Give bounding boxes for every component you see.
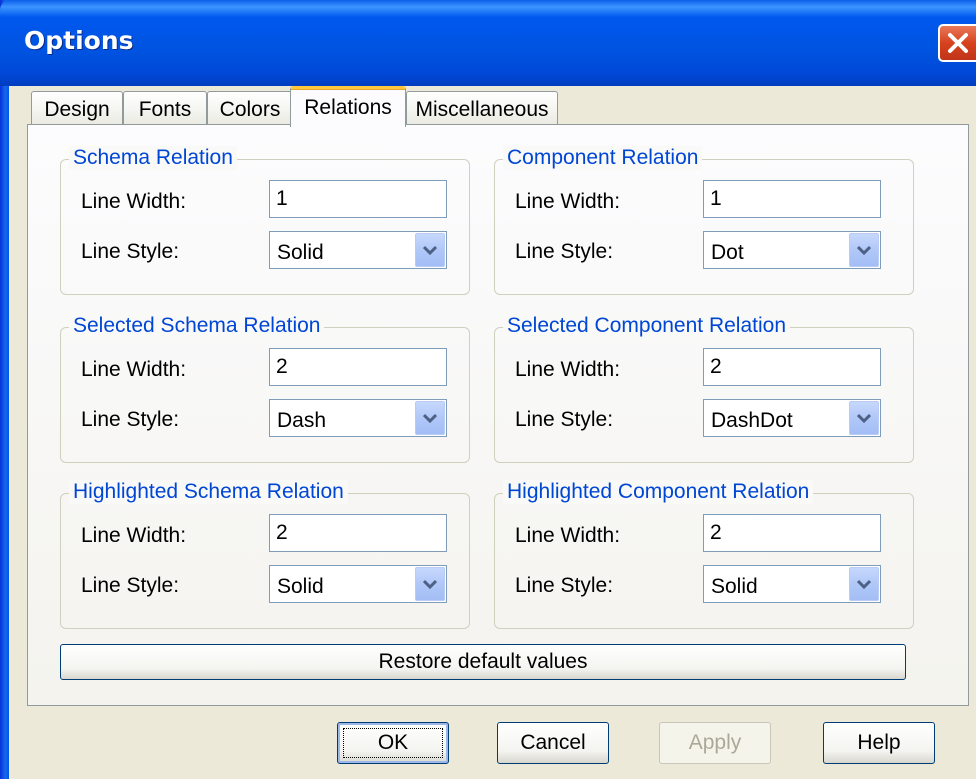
highlighted-schema-relation-group: Highlighted Schema Relation Line Width: … — [60, 480, 470, 629]
group-title: Highlighted Schema Relation — [69, 480, 348, 504]
line-width-label: Line Width: — [81, 358, 187, 381]
focus-rectangle — [343, 728, 443, 758]
tab-colors[interactable]: Colors — [207, 91, 293, 127]
tab-label: Design — [44, 97, 110, 121]
window-left-border — [0, 0, 9, 779]
schema-line-width-input[interactable]: 1 — [269, 180, 447, 218]
highlighted-schema-line-style-select[interactable]: Solid — [269, 565, 447, 603]
chevron-down-icon — [423, 245, 437, 255]
combo-value: Solid — [277, 241, 324, 264]
selected-schema-relation-group: Selected Schema Relation Line Width: 2 L… — [60, 314, 470, 463]
title-bar[interactable]: Options — [0, 0, 976, 86]
tab-relations[interactable]: Relations — [290, 86, 406, 127]
chevron-down-icon — [423, 579, 437, 589]
apply-label: Apply — [688, 731, 742, 754]
highlighted-component-line-style-select[interactable]: Solid — [703, 565, 881, 603]
component-line-style-select[interactable]: Dot — [703, 231, 881, 269]
cancel-button[interactable]: Cancel — [497, 722, 609, 764]
tab-fonts[interactable]: Fonts — [123, 91, 207, 127]
combo-value: Solid — [277, 575, 324, 598]
restore-defaults-label: Restore default values — [378, 650, 588, 673]
highlighted-schema-line-width-input[interactable]: 2 — [269, 514, 447, 552]
line-style-label: Line Style: — [515, 574, 614, 597]
tab-design[interactable]: Design — [31, 91, 123, 127]
highlighted-component-relation-group: Highlighted Component Relation Line Widt… — [494, 480, 914, 629]
apply-button[interactable]: Apply — [659, 722, 771, 764]
line-width-label: Line Width: — [81, 524, 187, 547]
window-title: Options — [24, 26, 134, 55]
schema-relation-group: Schema Relation Line Width: 1 Line Style… — [60, 146, 470, 295]
group-title: Selected Schema Relation — [69, 314, 325, 338]
dropdown-button[interactable] — [849, 567, 879, 601]
chevron-down-icon — [857, 245, 871, 255]
dropdown-button[interactable] — [415, 567, 445, 601]
highlighted-component-line-width-input[interactable]: 2 — [703, 514, 881, 552]
line-width-label: Line Width: — [515, 190, 621, 213]
line-width-label: Line Width: — [515, 358, 621, 381]
line-style-label: Line Style: — [81, 240, 180, 263]
chevron-down-icon — [857, 579, 871, 589]
combo-value: Solid — [711, 575, 758, 598]
line-style-label: Line Style: — [515, 408, 614, 431]
selected-component-line-style-select[interactable]: DashDot — [703, 399, 881, 437]
tab-label: Fonts — [138, 97, 192, 121]
dropdown-button[interactable] — [415, 233, 445, 267]
tab-label: Miscellaneous — [415, 97, 549, 121]
dropdown-button[interactable] — [415, 401, 445, 435]
line-style-label: Line Style: — [81, 408, 180, 431]
selected-schema-line-width-input[interactable]: 2 — [269, 348, 447, 386]
help-label: Help — [857, 731, 901, 754]
group-title: Highlighted Component Relation — [503, 480, 814, 504]
schema-line-style-select[interactable]: Solid — [269, 231, 447, 269]
dropdown-button[interactable] — [849, 401, 879, 435]
selected-component-relation-group: Selected Component Relation Line Width: … — [494, 314, 914, 463]
group-title: Component Relation — [503, 146, 703, 170]
group-title: Schema Relation — [69, 146, 237, 170]
line-width-label: Line Width: — [81, 190, 187, 213]
combo-value: Dot — [711, 241, 744, 264]
group-title: Selected Component Relation — [503, 314, 791, 338]
line-width-label: Line Width: — [515, 524, 621, 547]
combo-value: Dash — [277, 409, 327, 432]
selected-schema-line-style-select[interactable]: Dash — [269, 399, 447, 437]
cancel-label: Cancel — [520, 731, 586, 754]
restore-defaults-button[interactable]: Restore default values — [60, 644, 906, 680]
close-button[interactable] — [938, 24, 976, 62]
dropdown-button[interactable] — [849, 233, 879, 267]
tab-miscellaneous[interactable]: Miscellaneous — [406, 91, 558, 127]
chevron-down-icon — [423, 413, 437, 423]
close-icon — [948, 33, 968, 53]
tab-label: Colors — [219, 97, 281, 121]
dialog-body: Design Fonts Colors Relations Miscellane… — [9, 86, 976, 779]
line-style-label: Line Style: — [515, 240, 614, 263]
relations-tab-panel: Schema Relation Line Width: 1 Line Style… — [27, 124, 969, 706]
tab-label: Relations — [304, 96, 392, 119]
selected-component-line-width-input[interactable]: 2 — [703, 348, 881, 386]
component-line-width-input[interactable]: 1 — [703, 180, 881, 218]
ok-button[interactable]: OK — [337, 722, 449, 764]
help-button[interactable]: Help — [823, 722, 935, 764]
combo-value: DashDot — [711, 409, 793, 432]
line-style-label: Line Style: — [81, 574, 180, 597]
component-relation-group: Component Relation Line Width: 1 Line St… — [494, 146, 914, 295]
chevron-down-icon — [857, 413, 871, 423]
